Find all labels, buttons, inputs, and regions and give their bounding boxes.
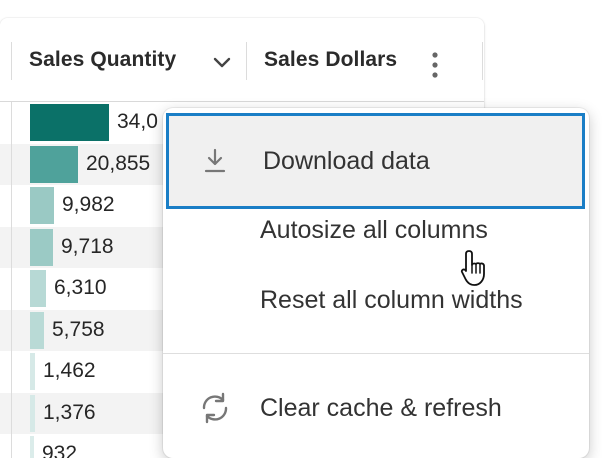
sales-quantity-value: 9,982 bbox=[62, 193, 115, 216]
row-divider bbox=[11, 185, 12, 227]
row-divider bbox=[11, 392, 12, 434]
sales-quantity-bar bbox=[30, 104, 109, 141]
menu-item-reset-all-column-widths[interactable]: Reset all column widths bbox=[163, 266, 589, 336]
menu-divider bbox=[163, 353, 589, 354]
sales-quantity-bar bbox=[30, 436, 34, 458]
menu-item-download-data[interactable]: Download data bbox=[166, 113, 585, 209]
sales-quantity-bar bbox=[30, 270, 46, 307]
sales-quantity-value: 932 bbox=[42, 442, 78, 458]
sales-quantity-bar bbox=[30, 228, 53, 266]
table-header: Sales Quantity Sales Dollars bbox=[0, 18, 484, 102]
sales-quantity-value: 20,855 bbox=[86, 151, 151, 175]
menu-item-label: Autosize all columns bbox=[260, 216, 488, 244]
row-divider bbox=[11, 143, 12, 185]
more-vertical-icon[interactable] bbox=[424, 48, 446, 82]
column-divider[interactable] bbox=[482, 42, 483, 80]
row-divider bbox=[11, 309, 12, 351]
sales-quantity-bar bbox=[30, 394, 35, 432]
menu-item-label: Reset all column widths bbox=[260, 286, 523, 314]
column-header-sales-dollars[interactable]: Sales Dollars bbox=[264, 48, 397, 72]
sales-quantity-value: 34,0 bbox=[117, 110, 158, 133]
row-divider bbox=[11, 102, 12, 144]
menu-item-label: Clear cache & refresh bbox=[260, 394, 502, 422]
sales-quantity-value: 5,758 bbox=[52, 317, 105, 341]
sales-quantity-bar bbox=[30, 187, 54, 224]
sales-quantity-bar bbox=[30, 353, 35, 390]
menu-item-clear-cache-refresh[interactable]: Clear cache & refresh bbox=[163, 374, 589, 444]
row-divider bbox=[11, 268, 12, 310]
column-divider[interactable] bbox=[246, 42, 247, 80]
column-divider[interactable] bbox=[11, 42, 12, 80]
download-icon bbox=[204, 148, 226, 173]
column-menu-dropdown: Download data Autosize all columns Reset… bbox=[163, 108, 589, 458]
sales-quantity-value: 9,718 bbox=[61, 234, 114, 258]
sales-quantity-value: 6,310 bbox=[54, 276, 107, 299]
refresh-icon bbox=[202, 392, 228, 424]
menu-item-label: Download data bbox=[263, 147, 430, 175]
row-divider bbox=[11, 351, 12, 393]
sales-quantity-value: 1,376 bbox=[43, 400, 96, 424]
column-header-sales-quantity[interactable]: Sales Quantity bbox=[29, 48, 176, 72]
chevron-down-icon[interactable] bbox=[210, 51, 234, 75]
menu-item-autosize-all-columns[interactable]: Autosize all columns bbox=[163, 196, 589, 266]
pointer-cursor-icon bbox=[460, 250, 485, 286]
sales-quantity-bar bbox=[30, 145, 78, 183]
sales-quantity-bar bbox=[30, 311, 44, 349]
row-divider bbox=[11, 434, 12, 458]
row-divider bbox=[11, 226, 12, 268]
sales-quantity-value: 1,462 bbox=[43, 359, 96, 382]
